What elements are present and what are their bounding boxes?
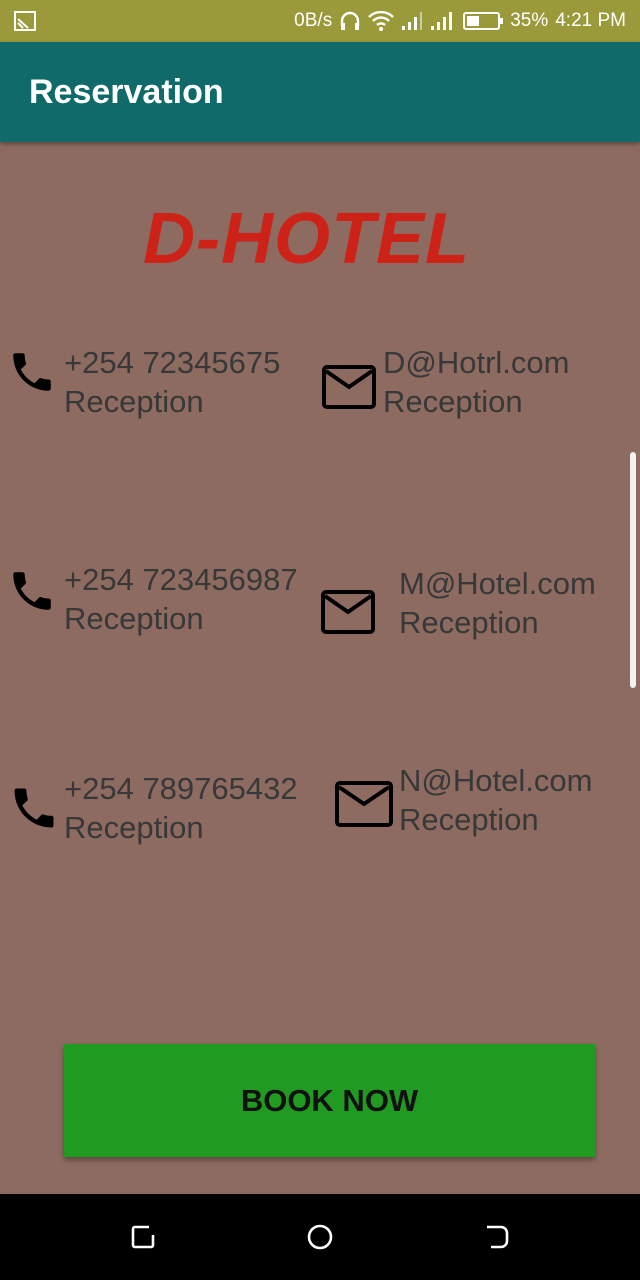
status-bar: 0B/s 35% 4:21 PM [0, 0, 640, 42]
mail-icon[interactable] [335, 781, 393, 827]
phone-label: Reception [64, 384, 204, 419]
mail-icon[interactable] [321, 590, 375, 634]
email-contact-1[interactable]: D@Hotrl.com Reception [383, 343, 569, 421]
headphones-icon [341, 11, 360, 30]
navigation-bar [0, 1194, 640, 1280]
screen-cast-icon [14, 11, 36, 31]
home-button[interactable] [306, 1223, 334, 1251]
email-label: Reception [399, 605, 539, 640]
phone-contact-2[interactable]: +254 723456987 Reception [64, 560, 298, 638]
mail-icon[interactable] [322, 365, 376, 409]
phone-icon[interactable] [6, 347, 58, 397]
phone-label: Reception [64, 601, 204, 636]
phone-label: Reception [64, 810, 204, 845]
page-title: Reservation [29, 73, 224, 111]
clock: 4:21 PM [555, 10, 626, 31]
phone-number: +254 72345675 [64, 345, 281, 380]
book-now-button[interactable]: BOOK NOW [64, 1044, 595, 1157]
network-speed: 0B/s [294, 10, 333, 31]
email-address: M@Hotel.com [399, 566, 596, 601]
phone-number: +254 723456987 [64, 562, 298, 597]
phone-icon[interactable] [6, 782, 62, 834]
email-contact-3[interactable]: N@Hotel.com Reception [399, 761, 592, 839]
battery-icon [463, 12, 504, 30]
email-address: D@Hotrl.com [383, 345, 570, 380]
app-bar: Reservation [0, 42, 640, 142]
status-indicators: 0B/s 35% 4:21 PM [294, 0, 626, 42]
back-button[interactable] [483, 1223, 511, 1251]
email-label: Reception [383, 384, 523, 419]
scrollbar[interactable] [630, 452, 636, 688]
email-address: N@Hotel.com [399, 763, 593, 798]
email-contact-2[interactable]: M@Hotel.com Reception [399, 564, 596, 642]
phone-number: +254 789765432 [64, 771, 298, 806]
signal-icon-sim2 [431, 12, 453, 30]
battery-percent: 35% [510, 10, 549, 31]
recent-apps-button[interactable] [129, 1223, 157, 1251]
email-label: Reception [399, 802, 539, 837]
phone-contact-1[interactable]: +254 72345675 Reception [64, 343, 280, 421]
phone-icon[interactable] [6, 566, 58, 616]
hotel-name: D-HOTEL [143, 199, 470, 279]
phone-contact-3[interactable]: +254 789765432 Reception [64, 769, 298, 847]
wifi-icon [368, 11, 395, 31]
signal-icon-sim1 [402, 12, 423, 30]
